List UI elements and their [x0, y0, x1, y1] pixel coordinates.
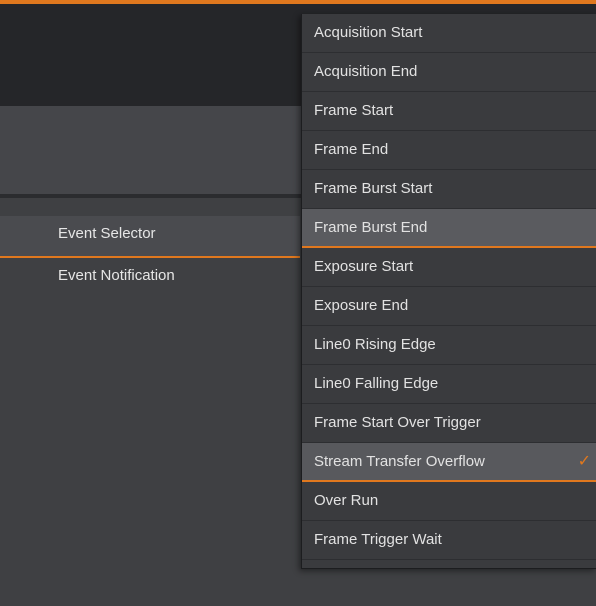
dropdown-item-label: Line0 Falling Edge: [314, 375, 439, 392]
event-selector-label: Event Selector: [58, 225, 156, 242]
dropdown-item-frame-start-over-trigger[interactable]: Frame Start Over Trigger: [302, 404, 596, 443]
dropdown-item-stream-transfer-overflow[interactable]: Stream Transfer Overflow ✓: [302, 443, 596, 482]
dropdown-item-line0-falling-edge[interactable]: Line0 Falling Edge: [302, 365, 596, 404]
dropdown-item-frame-end[interactable]: Frame End: [302, 131, 596, 170]
dropdown-item-label: Exposure End: [314, 297, 409, 314]
check-icon: ✓: [577, 453, 591, 470]
dropdown-item-label: Line0 Rising Edge: [314, 336, 436, 353]
dropdown-item-frame-start[interactable]: Frame Start: [302, 92, 596, 131]
event-notification-label: Event Notification: [58, 267, 175, 284]
dropdown-item-frame-burst-start[interactable]: Frame Burst Start: [302, 170, 596, 209]
event-selector-row[interactable]: Event Selector: [0, 216, 300, 258]
dropdown-item-label: Over Run: [314, 492, 379, 509]
dropdown-item-label: Frame Trigger Wait: [314, 531, 442, 548]
dropdown-item-label: Exposure Start: [314, 258, 414, 275]
dropdown-item-label: Frame Start: [314, 102, 394, 119]
dropdown-item-acquisition-end[interactable]: Acquisition End: [302, 53, 596, 92]
dropdown-item-acquisition-start[interactable]: Acquisition Start: [302, 14, 596, 53]
dropdown-item-label: Frame Burst End: [314, 219, 428, 236]
event-selector-dropdown[interactable]: Acquisition Start Acquisition End Frame …: [301, 14, 596, 569]
dropdown-item-label: Acquisition Start: [314, 24, 423, 41]
dropdown-item-label: Frame Start Over Trigger: [314, 414, 481, 431]
dropdown-item-frame-burst-end[interactable]: Frame Burst End: [302, 209, 596, 248]
dropdown-item-exposure-end[interactable]: Exposure End: [302, 287, 596, 326]
dropdown-item-label: Frame End: [314, 141, 389, 158]
dropdown-item-line0-rising-edge[interactable]: Line0 Rising Edge: [302, 326, 596, 365]
dropdown-item-label: Acquisition End: [314, 63, 418, 80]
dropdown-item-over-run[interactable]: Over Run: [302, 482, 596, 521]
dropdown-item-frame-trigger-wait[interactable]: Frame Trigger Wait: [302, 521, 596, 560]
event-notification-row[interactable]: Event Notification: [0, 258, 300, 296]
dropdown-item-label: Frame Burst Start: [314, 180, 433, 197]
dropdown-item-label: Stream Transfer Overflow: [314, 453, 485, 470]
dropdown-item-exposure-start[interactable]: Exposure Start: [302, 248, 596, 287]
